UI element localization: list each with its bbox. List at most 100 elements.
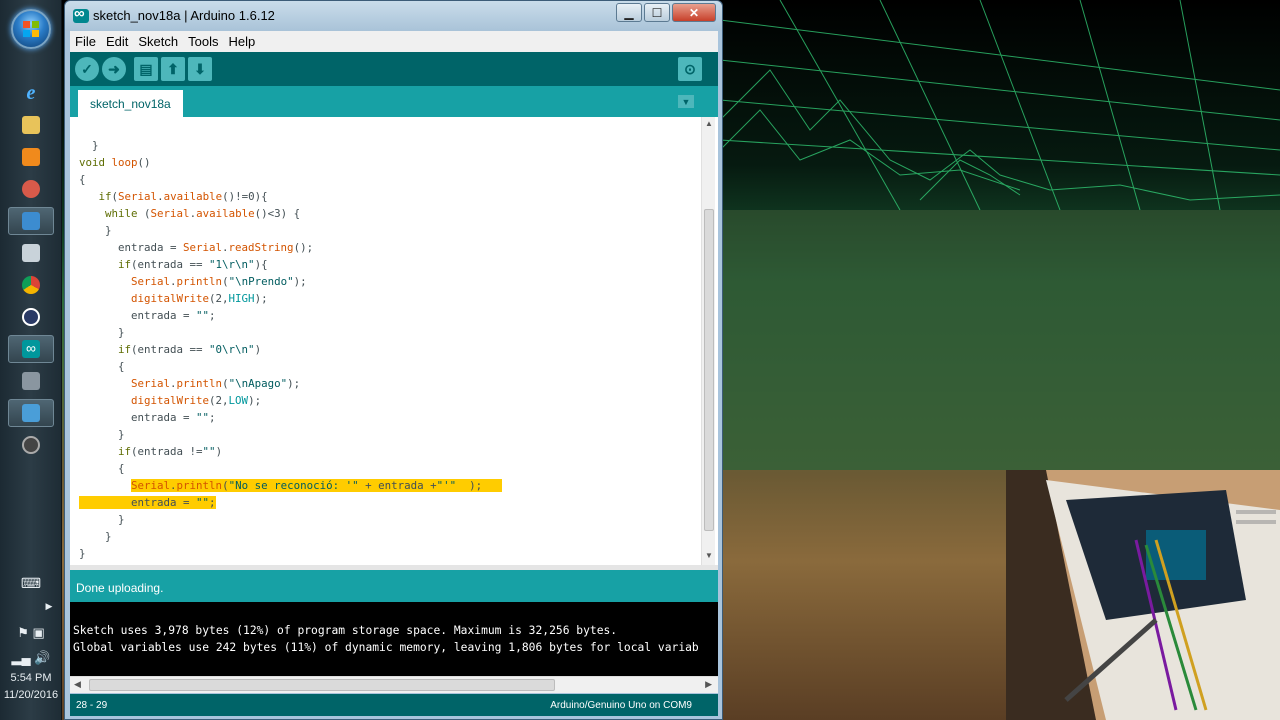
code-line[interactable]: } (79, 324, 502, 341)
code-line[interactable]: } (79, 426, 502, 443)
code-line[interactable]: Serial.println("\nApago"); (79, 375, 502, 392)
arrow-up-icon: ⬆ (167, 60, 179, 77)
code-line[interactable]: if(entrada == "1\r\n"){ (79, 256, 502, 273)
scroll-right-icon[interactable]: ▶ (705, 679, 712, 690)
code-editor[interactable]: } void loop(){ if(Serial.available()!=0){… (70, 117, 718, 565)
code-line[interactable]: } (79, 222, 502, 239)
windows-logo-icon (23, 21, 39, 37)
keyboard-icon[interactable]: ⌨ (0, 575, 62, 592)
code-line[interactable]: if(Serial.available()!=0){ (79, 188, 502, 205)
remote-desktop-icon (22, 404, 40, 422)
taskbar-explorer[interactable] (8, 111, 54, 139)
menu-file[interactable]: File (70, 34, 101, 49)
save-button[interactable]: ⬇ (188, 57, 212, 81)
taskbar-chrome[interactable] (8, 271, 54, 299)
close-button[interactable]: ✕ (672, 3, 716, 22)
calculator-icon (22, 244, 40, 262)
code-line[interactable]: } (79, 528, 502, 545)
console-line: Sketch uses 3,978 bytes (12%) of program… (73, 624, 618, 637)
code-line[interactable]: } (79, 545, 502, 562)
code-line[interactable]: { (79, 358, 502, 375)
menu-help[interactable]: Help (223, 34, 260, 49)
check-icon: ✓ (81, 60, 93, 77)
code-line[interactable]: if(entrada !="") (79, 443, 502, 460)
taskbar-calculator[interactable] (8, 239, 54, 267)
tab-sketch[interactable]: sketch_nov18a (78, 90, 183, 117)
title-bar[interactable]: sketch_nov18a | Arduino 1.6.12 ▁ ☐ ✕ (65, 1, 722, 31)
tab-menu-button[interactable]: ▼ (678, 95, 694, 108)
menu-bar: File Edit Sketch Tools Help (70, 31, 718, 52)
media-player-icon (22, 148, 40, 166)
maximize-button[interactable]: ☐ (644, 3, 670, 22)
taskbar-arduino[interactable]: ∞ (8, 335, 54, 363)
code-line[interactable]: Serial.println("\nPrendo"); (79, 273, 502, 290)
paint-icon (22, 180, 40, 198)
taskbar-remote[interactable] (8, 399, 54, 427)
cursor-position: 28 - 29 (76, 700, 108, 711)
code-line[interactable]: void loop() (79, 154, 502, 171)
new-button[interactable]: ▤ (134, 57, 158, 81)
menu-tools[interactable]: Tools (183, 34, 223, 49)
database-icon (22, 372, 40, 390)
code-text[interactable]: } void loop(){ if(Serial.available()!=0){… (79, 137, 502, 562)
tray-flag-icon[interactable]: ⚑ ▣ (0, 625, 62, 641)
vertical-scroll-thumb[interactable] (704, 209, 714, 531)
arrow-down-icon: ⬇ (194, 60, 206, 77)
code-line[interactable]: } (79, 137, 502, 154)
monitor-app-icon (22, 212, 40, 230)
new-file-icon: ▤ (139, 60, 153, 77)
scroll-up-icon[interactable]: ▲ (705, 119, 713, 128)
serial-monitor-button[interactable]: ⊙ (678, 57, 702, 81)
chrome-icon (22, 276, 40, 294)
wireframe-landscape (720, 0, 1280, 470)
code-line[interactable]: while (Serial.available()<3) { (79, 205, 502, 222)
code-line[interactable]: entrada = ""; (79, 307, 502, 324)
minimize-button[interactable]: ▁ (616, 3, 642, 22)
folder-icon (22, 116, 40, 134)
scroll-down-icon[interactable]: ▼ (705, 551, 713, 560)
menu-sketch[interactable]: Sketch (133, 34, 183, 49)
menu-edit[interactable]: Edit (101, 34, 133, 49)
verify-button[interactable]: ✓ (75, 57, 99, 81)
taskbar-paint[interactable] (8, 175, 54, 203)
taskbar-monitor[interactable] (8, 207, 54, 235)
taskbar-database[interactable] (8, 367, 54, 395)
arduino-logo-icon (73, 5, 89, 23)
clock-date[interactable]: 11/20/2016 (0, 689, 62, 701)
breadboard-photo (1006, 470, 1280, 720)
arduino-icon: ∞ (22, 340, 40, 358)
tray-network-volume-icon[interactable]: ▂▄ 🔊 (0, 650, 62, 666)
taskbar-ie[interactable]: e (8, 79, 54, 107)
taskbar-camera[interactable] (8, 431, 54, 459)
status-bar: 28 - 29 Arduino/Genuino Uno on COM9 (70, 694, 718, 716)
horizontal-scrollbar[interactable]: ◀ ▶ (70, 676, 718, 693)
taskbar: e ∞ ⌨ ▶ ⚑ ▣ ▂▄ 🔊 5:54 PM 11/20/2016 (0, 0, 62, 720)
open-button[interactable]: ⬆ (161, 57, 185, 81)
vertical-scrollbar[interactable]: ▲ ▼ (701, 117, 715, 565)
code-line[interactable]: entrada = Serial.readString(); (79, 239, 502, 256)
status-message: Done uploading. (70, 570, 718, 602)
window-title: sketch_nov18a | Arduino 1.6.12 (93, 8, 275, 23)
taskbar-app[interactable] (8, 303, 54, 331)
upload-button[interactable]: ➜ (102, 57, 126, 81)
code-line[interactable]: digitalWrite(2,HIGH); (79, 290, 502, 307)
code-line[interactable]: entrada = ""; (79, 409, 502, 426)
start-button[interactable] (11, 9, 51, 49)
code-line[interactable]: entrada = ""; (79, 494, 502, 511)
code-line[interactable]: Serial.println("No se reconoció: '" + en… (79, 477, 502, 494)
magnifier-icon: ⊙ (684, 60, 696, 77)
code-line[interactable]: { (79, 460, 502, 477)
console-output[interactable]: Sketch uses 3,978 bytes (12%) of program… (70, 602, 718, 676)
code-line[interactable]: digitalWrite(2,LOW); (79, 392, 502, 409)
ie-icon: e (26, 81, 36, 104)
arrow-right-icon: ➜ (108, 60, 120, 77)
taskbar-media[interactable] (8, 143, 54, 171)
scroll-left-icon[interactable]: ◀ (74, 679, 81, 690)
clock-time[interactable]: 5:54 PM (0, 672, 62, 684)
horizontal-scroll-thumb[interactable] (89, 679, 555, 691)
console-line: Global variables use 242 bytes (11%) of … (73, 641, 699, 654)
code-line[interactable]: if(entrada == "0\r\n") (79, 341, 502, 358)
code-line[interactable]: { (79, 171, 502, 188)
chevron-down-icon: ▼ (681, 96, 691, 107)
code-line[interactable]: } (79, 511, 502, 528)
